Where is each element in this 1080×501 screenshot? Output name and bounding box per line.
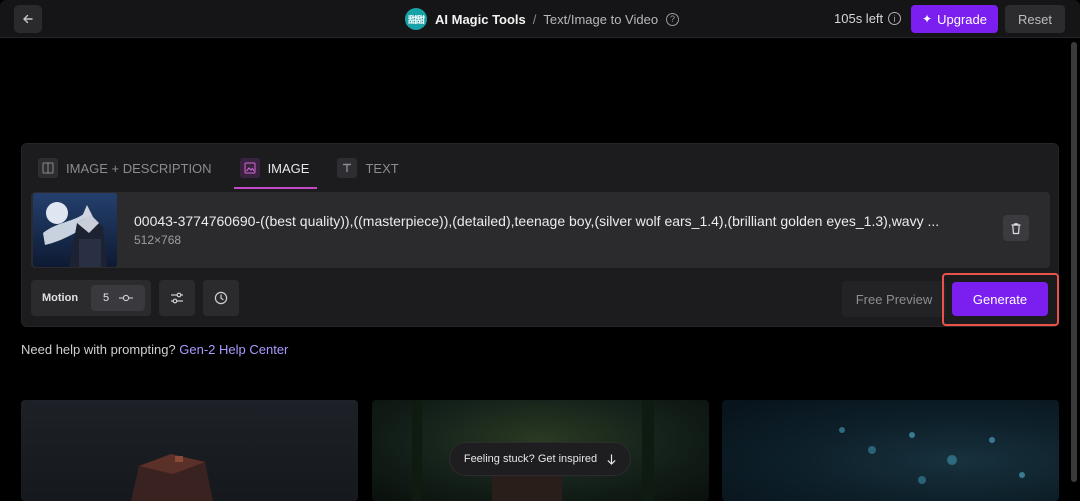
get-inspired-button[interactable]: Feeling stuck? Get inspired xyxy=(449,442,631,476)
motion-value-input[interactable]: 5 xyxy=(91,285,146,311)
tab-text[interactable]: TEXT xyxy=(337,153,399,183)
tab-label: IMAGE + DESCRIPTION xyxy=(66,160,212,176)
motion-control: Motion 5 xyxy=(31,280,151,316)
trash-icon xyxy=(1011,222,1021,234)
clock-icon xyxy=(214,291,228,305)
tab-image-description[interactable]: IMAGE + DESCRIPTION xyxy=(38,153,212,183)
settings-sliders-button[interactable] xyxy=(159,280,195,316)
gallery-item[interactable] xyxy=(722,400,1059,501)
app-window: 甜甜 AI Magic Tools / Text/Image to Video … xyxy=(0,0,1080,501)
scrollbar-thumb[interactable] xyxy=(1071,42,1077,482)
help-center-link[interactable]: Gen-2 Help Center xyxy=(179,342,288,357)
upgrade-label: Upgrade xyxy=(937,11,987,27)
mode-tabs: IMAGE + DESCRIPTION IMAGE TEXT xyxy=(38,153,427,189)
credits-remaining: 105s left i xyxy=(834,11,902,26)
app-logo: 甜甜 xyxy=(405,8,427,30)
generate-button[interactable]: Generate xyxy=(952,282,1048,316)
gallery-item[interactable] xyxy=(21,400,358,501)
slider-dial-icon xyxy=(119,294,134,302)
file-dimensions: 512×768 xyxy=(134,233,182,247)
tab-label: IMAGE xyxy=(267,160,310,176)
free-preview-button[interactable]: Free Preview xyxy=(842,281,946,317)
motion-label: Motion xyxy=(42,292,79,304)
arrow-down-icon xyxy=(607,453,616,465)
breadcrumb-app[interactable]: AI Magic Tools xyxy=(435,12,526,27)
generation-panel: IMAGE + DESCRIPTION IMAGE TEXT 00043-377… xyxy=(21,143,1059,327)
top-bar: 甜甜 AI Magic Tools / Text/Image to Video … xyxy=(0,0,1080,38)
uploaded-image-card: 00043-3774760690-((best quality)),((mast… xyxy=(31,192,1050,268)
image-description-icon xyxy=(38,158,58,178)
history-button[interactable] xyxy=(203,280,239,316)
sparkle-icon: ✦ xyxy=(922,12,933,26)
info-icon[interactable]: i xyxy=(888,12,902,25)
image-icon xyxy=(239,158,260,178)
inspired-label: Feeling stuck? Get inspired xyxy=(463,453,598,465)
scrollbar[interactable] xyxy=(1071,40,1077,500)
help-icon[interactable]: ? xyxy=(666,12,680,26)
help-text: Need help with prompting? xyxy=(21,342,176,357)
back-button[interactable] xyxy=(14,5,42,33)
upgrade-button[interactable]: ✦ Upgrade xyxy=(911,5,998,33)
delete-image-button[interactable] xyxy=(1003,215,1029,241)
file-name: 00043-3774760690-((best quality)),((mast… xyxy=(134,213,940,229)
breadcrumb-page: Text/Image to Video xyxy=(543,11,659,27)
tab-image[interactable]: IMAGE xyxy=(233,153,318,189)
reset-button[interactable]: Reset xyxy=(1005,5,1065,33)
text-icon xyxy=(337,158,358,178)
generate-highlight: Generate xyxy=(942,273,1059,326)
image-thumbnail xyxy=(33,193,117,267)
controls-row: Motion 5 xyxy=(31,280,239,316)
breadcrumb-separator: / xyxy=(532,11,537,27)
breadcrumb: 甜甜 AI Magic Tools / Text/Image to Video … xyxy=(405,8,680,30)
sliders-icon xyxy=(171,292,183,304)
tab-label: TEXT xyxy=(365,160,399,176)
prompting-help: Need help with prompting? Gen-2 Help Cen… xyxy=(21,342,288,357)
arrow-left-icon xyxy=(23,14,33,24)
time-left-text: 105s left xyxy=(834,11,884,26)
motion-value: 5 xyxy=(102,292,110,304)
